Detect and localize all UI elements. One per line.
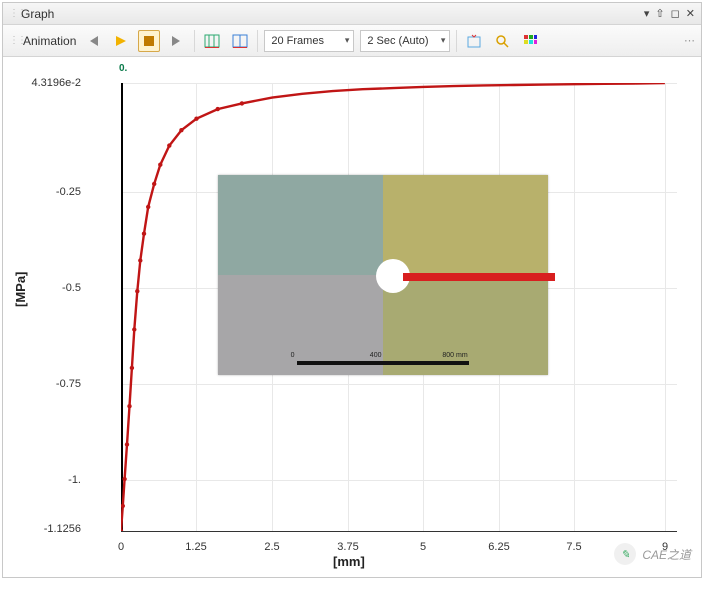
popout-icon[interactable]: ◻ (671, 7, 680, 20)
x-axis-label: [mm] (333, 554, 365, 569)
title-bar: ⋮⋮ Graph ▾ ⇧ ◻ ✕ (3, 3, 701, 25)
crack-feature (403, 273, 555, 281)
watermark: ✎ CAE之道 (614, 543, 691, 565)
stop-button[interactable] (138, 30, 160, 52)
animation-toolbar: ⋮⋮ Animation 20 Frames 2 Sec (Auto) ⋯ (3, 25, 701, 57)
xtick: 3.75 (328, 541, 368, 553)
xtick: 7.5 (554, 541, 594, 553)
cycle-mode-button[interactable] (229, 30, 251, 52)
panel-menu-dropdown[interactable]: ▾ (644, 7, 650, 20)
zoom-button[interactable] (491, 30, 513, 52)
grip-icon: ⋮⋮ (9, 8, 17, 19)
model-inset: 0 400 800 mm (218, 175, 548, 375)
xtick: 1.25 (176, 541, 216, 553)
first-frame-button[interactable] (82, 30, 104, 52)
grip-icon: ⋮⋮ (9, 35, 17, 46)
play-button[interactable] (110, 30, 132, 52)
xtick: 2.5 (252, 541, 292, 553)
xtick: 0 (101, 541, 141, 553)
xtick: 5 (403, 541, 443, 553)
palette-button[interactable] (519, 30, 541, 52)
xtick: 6.25 (479, 541, 519, 553)
close-icon[interactable]: ✕ (686, 7, 695, 20)
scale-bar (297, 361, 469, 365)
scale-tick: 400 (370, 352, 382, 359)
watermark-text: CAE之道 (642, 546, 691, 563)
last-frame-button[interactable] (166, 30, 188, 52)
pin-icon[interactable]: ⇧ (655, 7, 664, 20)
ytick: -0.25 (21, 186, 81, 198)
watermark-icon: ✎ (614, 543, 636, 565)
toolbar-overflow-icon[interactable]: ⋯ (684, 34, 695, 47)
graph-panel: ⋮⋮ Graph ▾ ⇧ ◻ ✕ ⋮⋮ Animation 20 Frames … (2, 2, 702, 578)
ytick: -1. (21, 474, 81, 486)
x-axis (121, 531, 677, 532)
ytick: -0.75 (21, 378, 81, 390)
distributed-mode-button[interactable] (201, 30, 223, 52)
ytick: 4.3196e-2 (21, 77, 81, 89)
animation-label: Animation (23, 34, 76, 48)
frames-select[interactable]: 20 Frames (264, 30, 354, 52)
ytick: -0.5 (21, 282, 81, 294)
scale-tick: 800 mm (442, 352, 467, 359)
plot-area: 0. 4.3196e-2 -0.25 -0.5 -0.75 -1. -1.125… (3, 57, 701, 577)
series-legend-0: 0. (119, 63, 127, 74)
scale-tick: 0 (291, 352, 295, 359)
time-select[interactable]: 2 Sec (Auto) (360, 30, 450, 52)
ytick: -1.1256 (21, 523, 81, 535)
export-button[interactable] (463, 30, 485, 52)
y-axis-label: [MPa] (13, 272, 28, 307)
panel-title: Graph (21, 7, 54, 21)
